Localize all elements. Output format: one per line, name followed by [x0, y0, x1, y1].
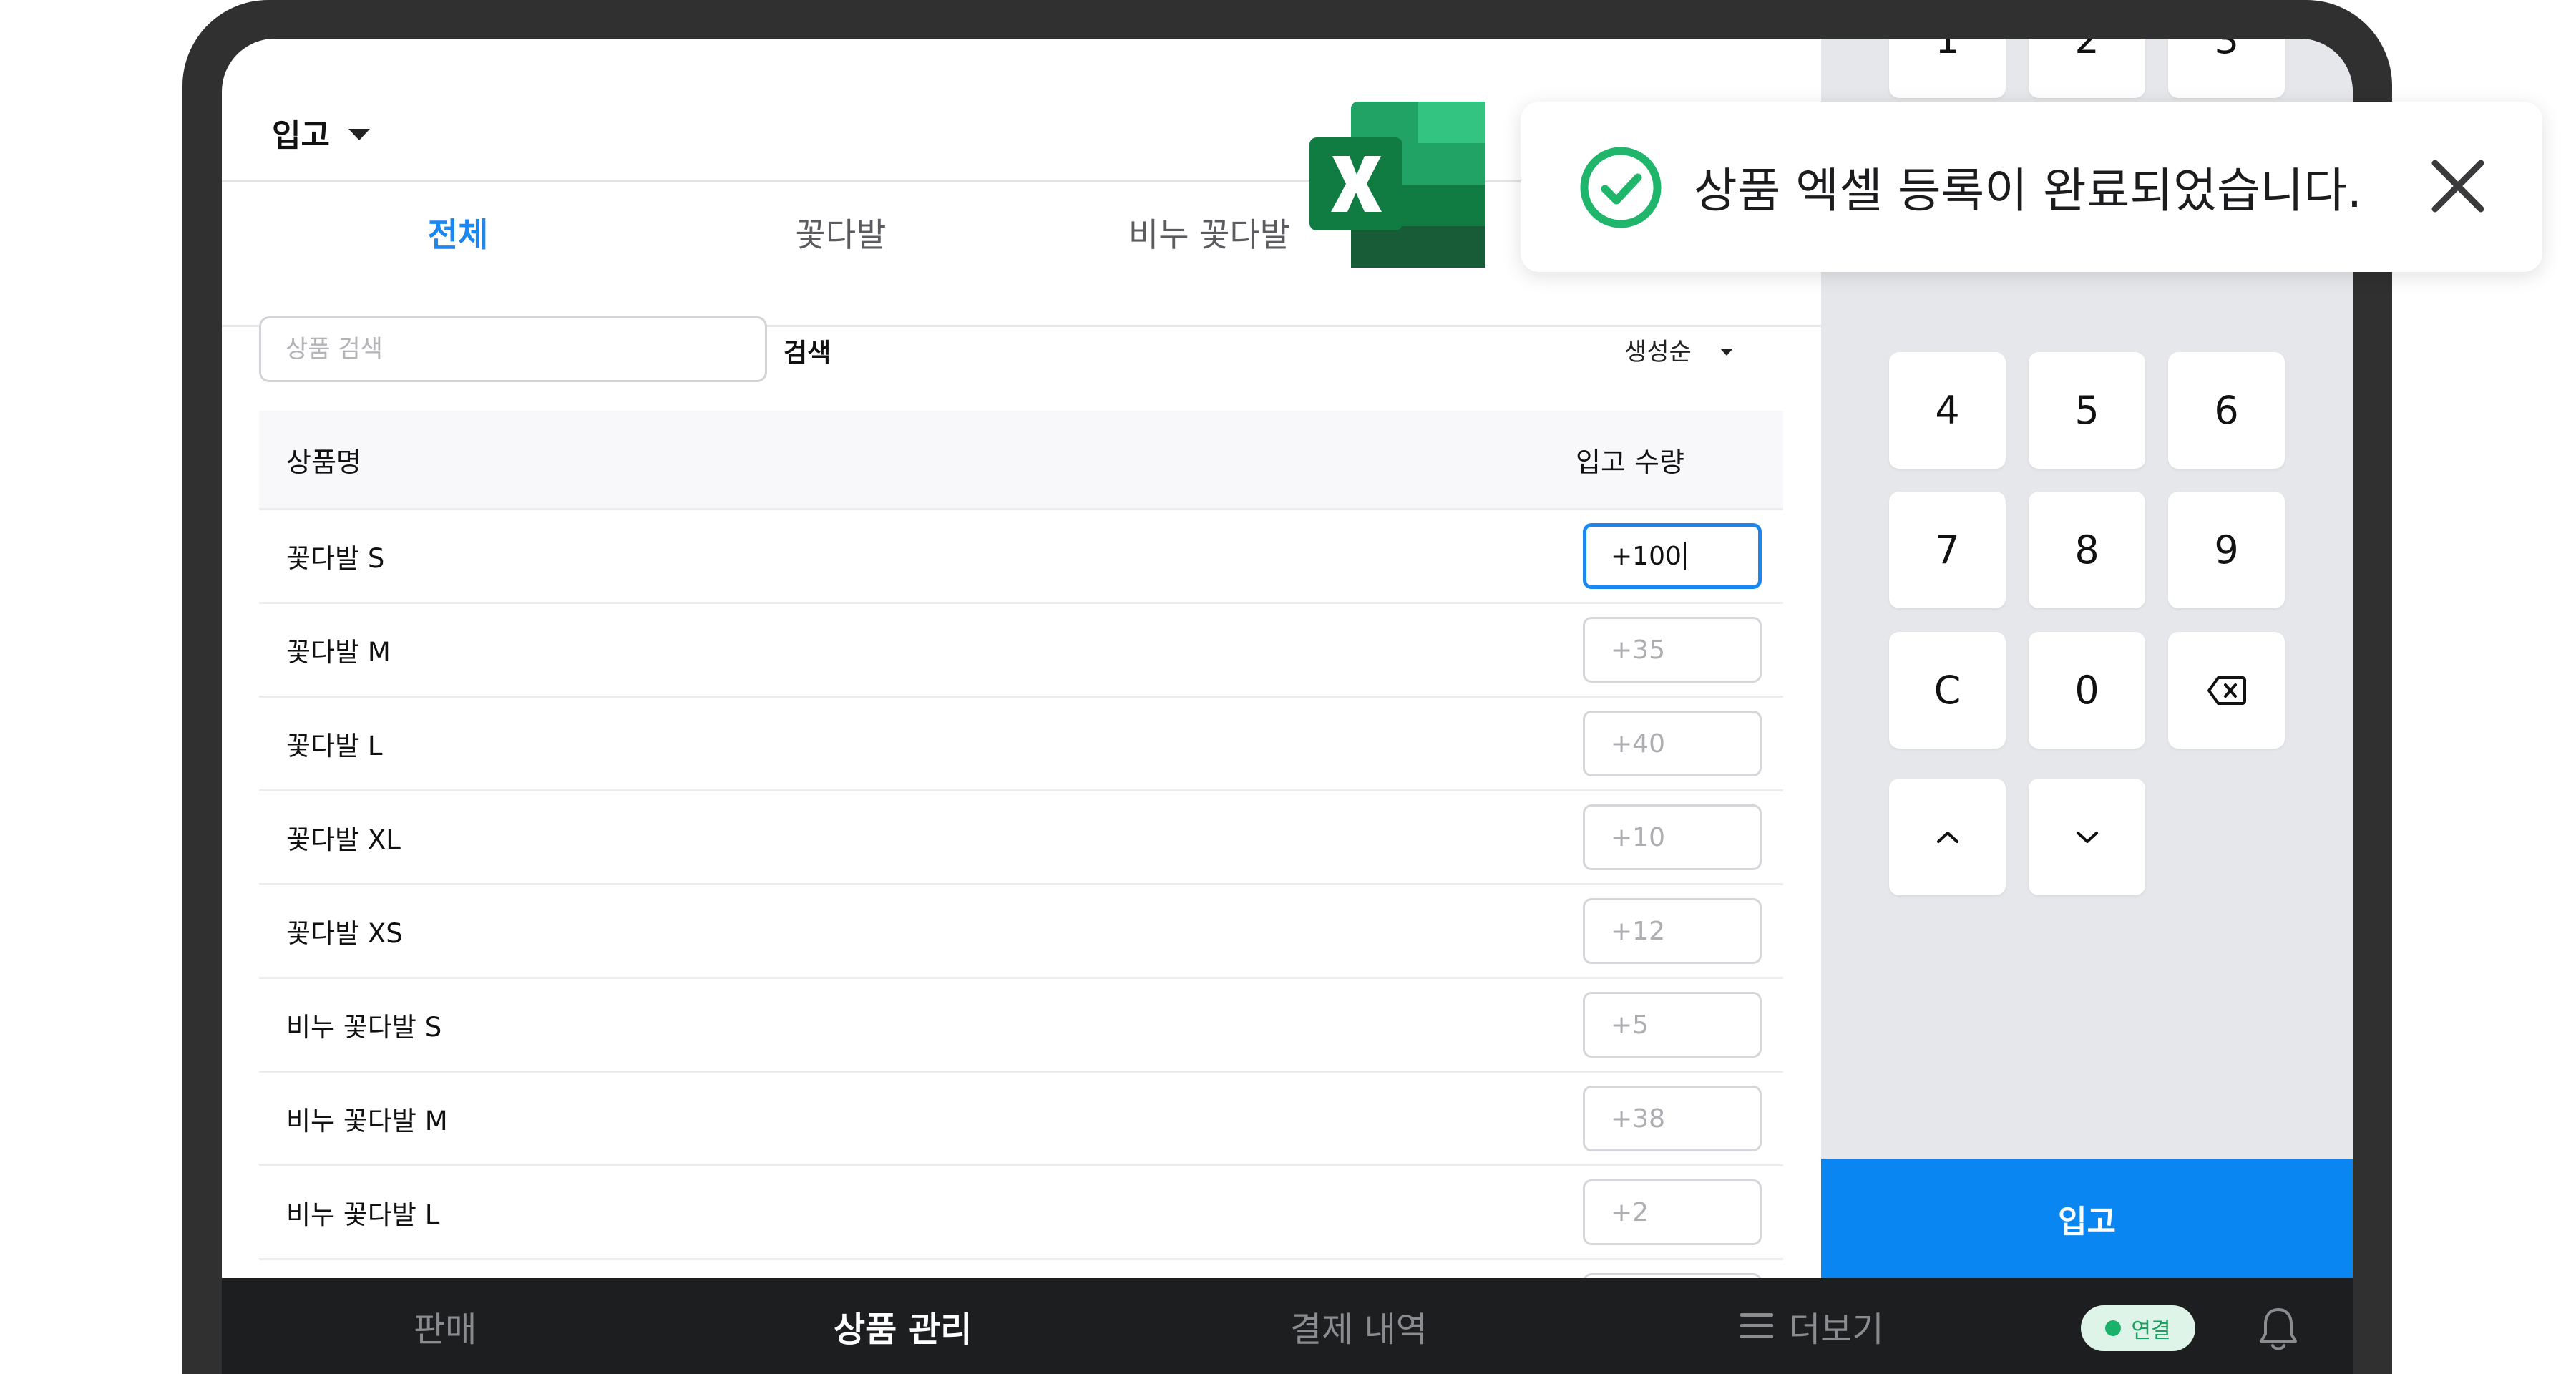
bell-icon[interactable] — [2255, 1304, 2301, 1354]
excel-logo-icon — [1309, 102, 1485, 268]
close-icon[interactable] — [2429, 157, 2487, 215]
key-5[interactable]: 5 — [2029, 352, 2145, 469]
qty-input[interactable]: +5 — [1583, 992, 1762, 1058]
submit-incoming-button[interactable]: 입고 — [1821, 1159, 2353, 1279]
key-0[interactable]: 0 — [2029, 632, 2145, 749]
product-table: 상품명 입고 수량 꽃다발 S +100 꽃다발 M +35 꽃다발 L +40… — [259, 411, 1783, 1352]
key-8[interactable]: 8 — [2029, 492, 2145, 608]
connection-label: 연결 — [2131, 1318, 2171, 1343]
key-6[interactable]: 6 — [2168, 352, 2285, 469]
table-header: 상품명 입고 수량 — [259, 411, 1783, 508]
qty-input[interactable]: +40 — [1583, 711, 1762, 776]
tab-soap-bouquet-label: 비누 꽃다발 — [1128, 215, 1291, 254]
product-name: 꽃다발 L — [286, 731, 383, 761]
text-cursor — [1684, 542, 1686, 570]
toast-message: 상품 엑셀 등록이 완료되었습니다. — [1694, 163, 2362, 218]
mode-label: 입고 — [272, 117, 330, 154]
product-name: 꽃다발 XS — [286, 918, 403, 949]
key-1[interactable]: 1 — [1889, 39, 2006, 98]
qty-value: +5 — [1611, 1010, 1649, 1040]
key-clear[interactable]: C — [1889, 632, 2006, 749]
qty-input[interactable]: +10 — [1583, 804, 1762, 870]
product-name: 비누 꽃다발 L — [286, 1199, 440, 1230]
qty-value: +10 — [1611, 822, 1665, 852]
caret-down-icon — [1719, 348, 1733, 356]
qty-value: +38 — [1611, 1103, 1665, 1134]
tab-bouquet[interactable]: 꽃다발 — [680, 209, 1002, 275]
table-row[interactable]: 꽃다발 XS +12 — [259, 883, 1783, 977]
table-row[interactable]: 꽃다발 XL +10 — [259, 789, 1783, 883]
qty-input[interactable]: +12 — [1583, 898, 1762, 964]
bottom-nav: 판매 상품 관리 결제 내역 더보기 — [222, 1278, 2353, 1374]
qty-input[interactable]: +35 — [1583, 617, 1762, 683]
nav-products[interactable]: 상품 관리 — [834, 1278, 972, 1374]
product-name: 비누 꽃다발 M — [286, 1106, 448, 1136]
search-input[interactable] — [259, 316, 767, 382]
table-row[interactable]: 꽃다발 M +35 — [259, 602, 1783, 696]
key-down[interactable] — [2029, 779, 2145, 895]
caret-down-icon — [348, 129, 370, 140]
product-name: 비누 꽃다발 S — [286, 1012, 442, 1043]
chevron-up-icon — [1936, 831, 1958, 843]
qty-value: +35 — [1611, 635, 1665, 665]
sort-label: 생성순 — [1624, 338, 1692, 366]
qty-input[interactable]: +2 — [1583, 1179, 1762, 1245]
key-2[interactable]: 2 — [2029, 39, 2145, 98]
table-row[interactable]: 비누 꽃다발 L +2 — [259, 1164, 1783, 1258]
product-name: 꽃다발 XL — [286, 824, 401, 855]
nav-more-label: 더보기 — [1789, 1310, 1884, 1350]
qty-input[interactable]: +38 — [1583, 1086, 1762, 1151]
key-up[interactable] — [1889, 779, 2006, 895]
menu-icon — [1740, 1313, 1773, 1339]
tab-bouquet-label: 꽃다발 — [795, 215, 887, 254]
qty-input[interactable]: +100 — [1583, 523, 1762, 589]
tab-all-label: 전체 — [427, 215, 489, 254]
table-row[interactable]: 꽃다발 S +100 — [259, 508, 1783, 602]
product-name: 꽃다발 S — [286, 543, 385, 574]
success-toast: 상품 엑셀 등록이 완료되었습니다. — [1521, 102, 2542, 272]
backspace-icon — [2207, 676, 2246, 705]
nav-more[interactable]: 더보기 — [1740, 1278, 1883, 1374]
sort-dropdown[interactable]: 생성순 — [1624, 332, 1733, 367]
header-incoming-qty: 입고 수량 — [1576, 446, 1684, 478]
table-row[interactable]: 비누 꽃다발 M +38 — [259, 1071, 1783, 1164]
qty-value: +100 — [1611, 541, 1682, 571]
tab-all[interactable]: 전체 — [272, 209, 644, 275]
check-circle-icon — [1580, 147, 1662, 228]
qty-value: +2 — [1611, 1197, 1649, 1227]
qty-value: +40 — [1611, 729, 1665, 759]
key-9[interactable]: 9 — [2168, 492, 2285, 608]
key-7[interactable]: 7 — [1889, 492, 2006, 608]
header-product-name: 상품명 — [286, 446, 361, 478]
qty-value: +12 — [1611, 916, 1665, 946]
search-button[interactable]: 검색 — [784, 332, 831, 369]
connection-status-badge[interactable]: 연결 — [2081, 1305, 2195, 1351]
key-backspace[interactable] — [2168, 632, 2285, 749]
key-3[interactable]: 3 — [2168, 39, 2285, 98]
nav-payments[interactable]: 결제 내역 — [1290, 1278, 1428, 1374]
nav-sale[interactable]: 판매 — [414, 1278, 477, 1374]
table-row[interactable]: 꽃다발 L +40 — [259, 696, 1783, 789]
mode-dropdown[interactable]: 입고 — [272, 107, 370, 157]
key-4[interactable]: 4 — [1889, 352, 2006, 469]
chevron-down-icon — [2076, 831, 2098, 843]
status-dot-icon — [2105, 1320, 2122, 1336]
table-row[interactable]: 비누 꽃다발 S +5 — [259, 977, 1783, 1071]
product-name: 꽃다발 M — [286, 637, 391, 668]
